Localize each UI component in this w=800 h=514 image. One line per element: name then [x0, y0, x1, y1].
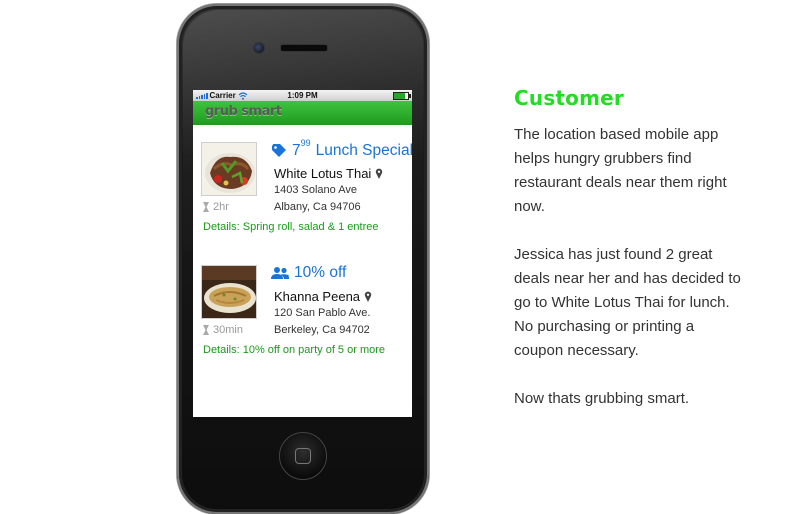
home-square-icon — [295, 448, 311, 464]
deal-price: 799 — [292, 138, 311, 159]
deal-offer-text: Lunch Special — [315, 142, 412, 159]
address-line-1: 1403 Solano Ave — [274, 184, 357, 196]
restaurant-address: 120 San Pablo Ave. Berkeley, Ca 94702 — [274, 305, 370, 339]
address-line-2: Berkeley, Ca 94702 — [274, 324, 370, 336]
group-icon — [271, 267, 289, 279]
restaurant-name[interactable]: Khanna Peena — [274, 289, 372, 304]
address-line-2: Albany, Ca 94706 — [274, 201, 361, 213]
restaurant-name[interactable]: White Lotus Thai — [274, 166, 383, 181]
deal-photo — [201, 142, 257, 196]
map-pin-icon[interactable] — [375, 168, 383, 179]
time-left-label: 30min — [213, 324, 243, 336]
status-bar: Carrier 1:09 PM — [193, 90, 412, 101]
battery-icon — [393, 92, 411, 100]
hourglass-icon — [203, 202, 209, 212]
deal-photo — [201, 265, 257, 319]
deal-title[interactable]: 799 Lunch Special — [271, 138, 412, 160]
earpiece-speaker — [280, 44, 328, 52]
section-heading: Customer — [514, 86, 624, 110]
time-remaining: 30min — [203, 324, 243, 336]
app-header: grub smart — [193, 101, 412, 125]
phone-screen: Carrier 1:09 PM grub smart 2hr 799 Lunch… — [193, 90, 412, 417]
restaurant-address: 1403 Solano Ave Albany, Ca 94706 — [274, 182, 361, 216]
home-button[interactable] — [279, 432, 327, 480]
status-time: 1:09 PM — [287, 91, 318, 100]
description-paragraph-3: Now thats grubbing smart. — [514, 390, 690, 407]
map-pin-icon[interactable] — [364, 291, 372, 302]
deal-details-link[interactable]: Details: 10% off on party of 5 or more — [203, 344, 385, 356]
price-tag-icon — [272, 144, 286, 157]
time-left-label: 2hr — [213, 201, 229, 213]
front-camera — [253, 42, 265, 54]
time-remaining: 2hr — [203, 201, 229, 213]
deal-details-link[interactable]: Details: Spring roll, salad & 1 entree — [203, 221, 378, 233]
hourglass-icon — [203, 325, 209, 335]
description-paragraph-1: The location based mobile app helps hung… — [514, 126, 727, 215]
deal-offer-text: 10% off — [294, 264, 347, 281]
address-line-1: 120 San Pablo Ave. — [274, 307, 371, 319]
description-paragraph-2: Jessica has just found 2 great deals nea… — [514, 246, 741, 359]
app-logo: grub smart — [205, 104, 282, 119]
deal-title[interactable]: 10% off — [271, 264, 346, 282]
